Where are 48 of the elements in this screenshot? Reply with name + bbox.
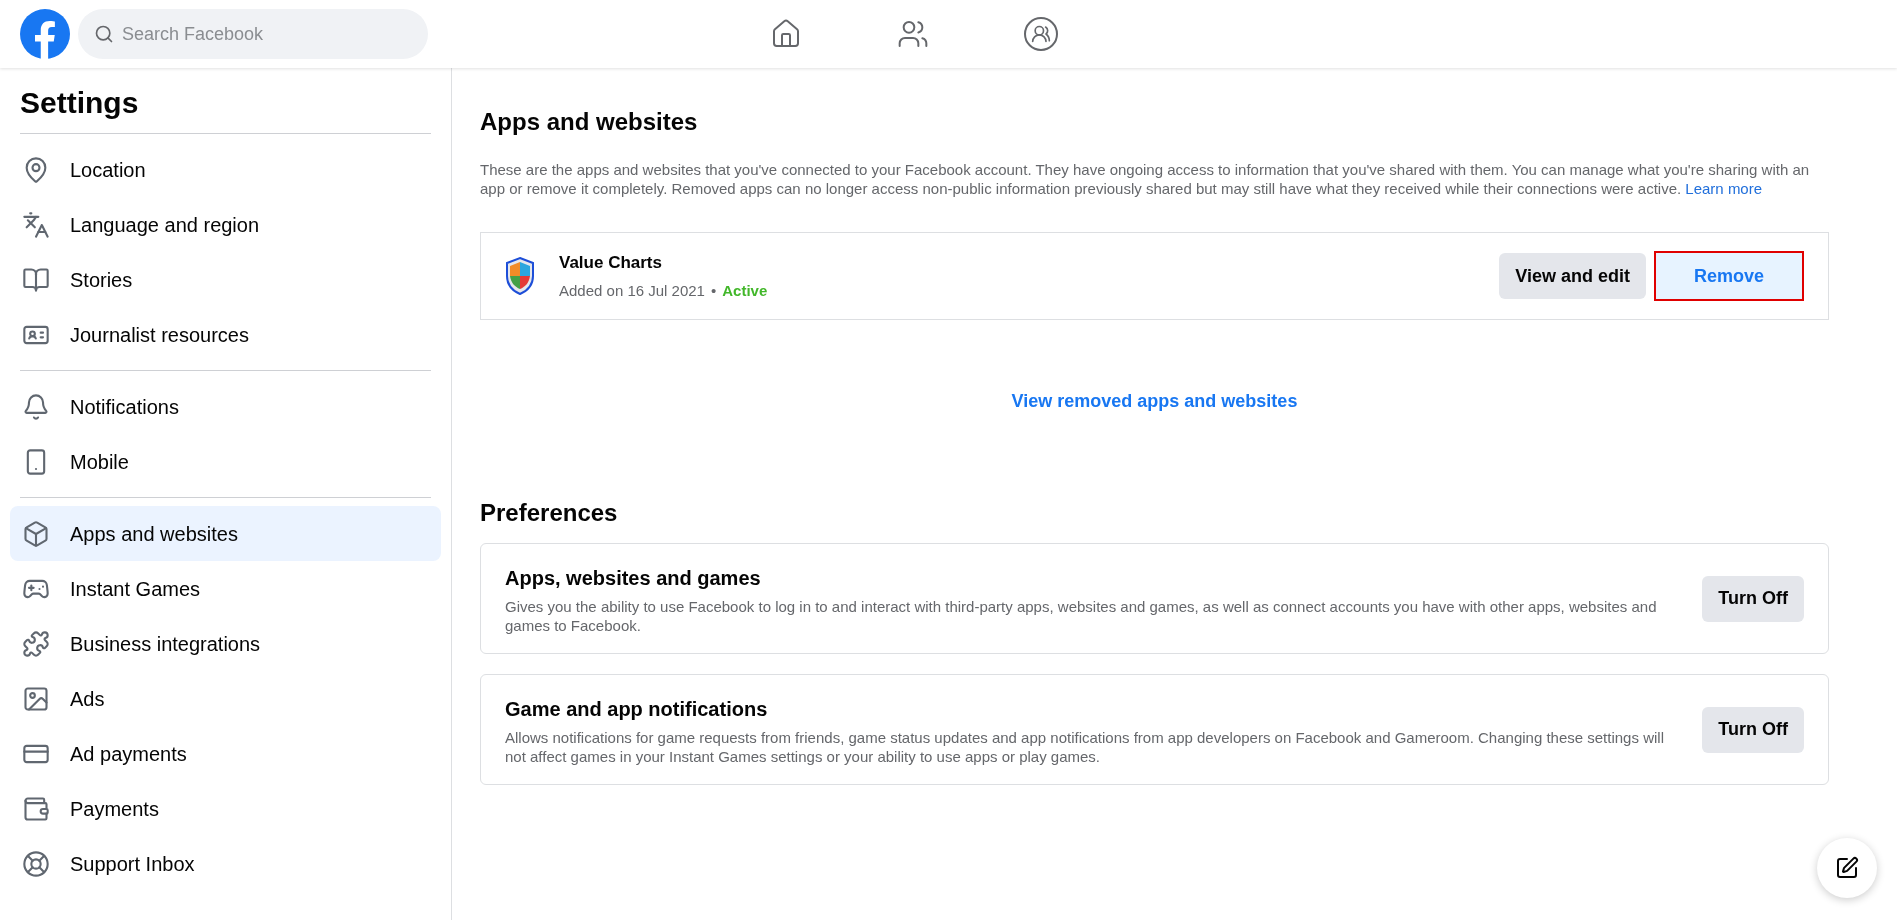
sidebar-item[interactable]: Instant Games	[10, 561, 441, 616]
sidebar-item[interactable]: Notifications	[10, 379, 441, 434]
home-icon[interactable]	[770, 18, 802, 50]
preference-description: Gives you the ability to use Facebook to log in to and interact with third-party apps, websites and games, as well as connect accounts you have with other apps, websites and games to Facebook.	[505, 596, 1658, 635]
remove-button[interactable]: Remove	[1654, 251, 1804, 301]
app-name: Value Charts	[559, 252, 663, 274]
sidebar-item[interactable]: Apps and websites	[10, 506, 441, 561]
section-title: Preferences	[480, 498, 619, 528]
picture-icon	[22, 684, 50, 713]
preference-title: Game and app notifications	[505, 696, 769, 722]
compose-icon	[1835, 856, 1859, 880]
description: These are the apps and websites that you've connected to your Facebook account. They have ongoing access to information that you've shared with them. You can manage what you're sharing with an app or remove it completely. Removed apps can no longer access non-public information previously shared but may still have what they received while their connections were active. Learn more	[480, 160, 1811, 198]
compose-button[interactable]	[1817, 838, 1877, 898]
groups-icon[interactable]	[1024, 17, 1058, 51]
sidebar-item[interactable]: Stories	[10, 252, 441, 307]
wallet-icon	[22, 794, 50, 823]
sidebar-item[interactable]: Journalist resources	[10, 307, 441, 362]
sidebar-item[interactable]: Payments	[10, 781, 441, 836]
sidebar-title: Settings	[19, 85, 140, 121]
logo-icon[interactable]	[20, 9, 70, 59]
preference-title: Apps, websites and games	[505, 565, 762, 591]
view-removed-link[interactable]: View removed apps and websites	[1011, 388, 1298, 415]
view-edit-button[interactable]: View and edit	[1499, 253, 1646, 299]
bell-icon	[22, 392, 50, 421]
added-date: Added on 16 Jul 2021	[559, 280, 705, 301]
sidebar-item[interactable]: Support Inbox	[10, 836, 441, 891]
sidebar-item[interactable]: Language and region	[10, 197, 441, 252]
letters-icon	[22, 210, 50, 239]
puzzle-icon	[22, 629, 50, 658]
learn-more-link[interactable]: Learn more	[1685, 180, 1763, 197]
sidebar-item[interactable]: Ads	[10, 671, 441, 726]
cube-icon	[22, 519, 50, 548]
lifebuoy-icon	[22, 849, 50, 878]
sidebar-item[interactable]: Location	[10, 142, 441, 197]
search-icon	[94, 24, 114, 44]
sidebar-item[interactable]: Business integrations	[10, 616, 441, 671]
sidebar-item[interactable]: Ad payments	[10, 726, 441, 781]
turn-off-button[interactable]: Turn Off	[1702, 575, 1804, 622]
separator-dot: •	[710, 280, 717, 301]
shield-icon	[505, 256, 535, 296]
status-label: Active	[722, 280, 768, 301]
search-field[interactable]: Search Facebook	[78, 9, 428, 59]
page-title: Apps and websites	[480, 107, 699, 137]
friends-icon[interactable]	[897, 18, 929, 50]
preference-description: Allows notifications for game requests from friends, game status updates and app notifications from app developers on Facebook and Gameroom. Changing these settings will not affect games in your Instant Games settings or your ability to use apps or play games.	[505, 727, 1665, 766]
turn-off-button[interactable]: Turn Off	[1702, 706, 1804, 753]
sidebar-item[interactable]: Mobile	[10, 434, 441, 489]
book-icon	[22, 265, 50, 294]
